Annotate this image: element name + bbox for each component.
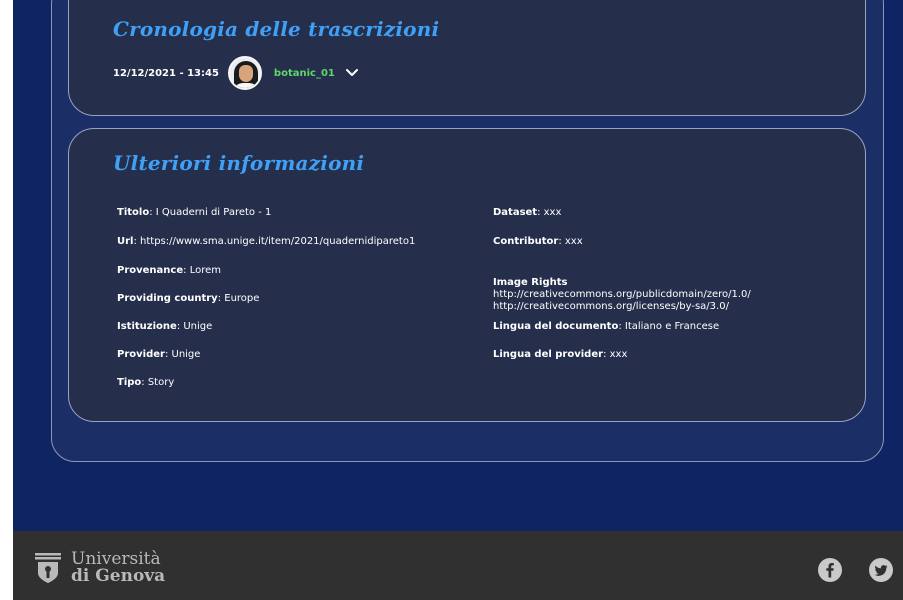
info-value: : Unige bbox=[164, 349, 201, 360]
info-value: : Italiano e Francese bbox=[618, 321, 720, 332]
info-value: : Europe bbox=[217, 293, 260, 304]
info-title: Ulteriori informazioni bbox=[113, 151, 365, 175]
info-label: Titolo bbox=[117, 207, 150, 218]
history-entry[interactable]: 12/12/2021 - 13:45 botanic_01 bbox=[113, 55, 359, 91]
info-item-provenance: Provenance: Lorem bbox=[117, 265, 477, 277]
info-value: : Lorem bbox=[183, 265, 221, 276]
footer: Università di Genova bbox=[13, 531, 903, 600]
info-item-provider: Provider: Unige bbox=[117, 349, 477, 361]
logo-line-2: di Genova bbox=[71, 566, 166, 586]
info-value: : xxx bbox=[537, 207, 562, 218]
info-label: Istituzione bbox=[117, 321, 177, 332]
info-label: Provider bbox=[117, 349, 165, 360]
info-value: : xxx bbox=[603, 349, 628, 360]
twitter-icon[interactable] bbox=[869, 558, 893, 587]
info-label: Dataset bbox=[493, 207, 538, 218]
info-item-contributor: Contributor: xxx bbox=[493, 236, 823, 248]
info-item-tipo: Tipo: Story bbox=[117, 377, 477, 389]
info-value[interactable]: : https://www.sma.unige.it/item/2021/qua… bbox=[133, 236, 415, 247]
info-value: : xxx bbox=[558, 236, 583, 247]
info-label: Providing country bbox=[117, 293, 218, 304]
info-label: Lingua del documento bbox=[493, 321, 619, 332]
info-label: Contributor bbox=[493, 236, 559, 247]
info-label: Tipo bbox=[117, 377, 142, 388]
info-value: : Story bbox=[141, 377, 175, 388]
info-value[interactable]: http://creativecommons.org/publicdomain/… bbox=[493, 289, 751, 312]
info-item-istituzione: Istituzione: Unige bbox=[117, 321, 477, 333]
avatar[interactable] bbox=[227, 56, 262, 90]
transcription-history-card: Cronologia delle trascrizioni 12/12/2021… bbox=[68, 0, 866, 116]
info-label: Provenance bbox=[117, 265, 184, 276]
info-value: : Unige bbox=[176, 321, 213, 332]
info-label: Lingua del provider bbox=[493, 349, 604, 360]
info-item-lingua-documento: Lingua del documento: Italiano e Frances… bbox=[493, 321, 823, 333]
info-item-titolo: Titolo: I Quaderni di Pareto - 1 bbox=[117, 207, 477, 219]
history-username[interactable]: botanic_01 bbox=[274, 68, 335, 79]
info-item-providing-country: Providing country: Europe bbox=[117, 293, 477, 305]
additional-info-card: Ulteriori informazioni Titolo: I Quadern… bbox=[68, 128, 866, 422]
history-title: Cronologia delle trascrizioni bbox=[113, 17, 440, 41]
info-item-url: Url: https://www.sma.unige.it/item/2021/… bbox=[117, 236, 477, 248]
chevron-down-icon[interactable] bbox=[345, 66, 359, 80]
info-label: Url bbox=[117, 236, 134, 247]
logo-text: Università di Genova bbox=[71, 551, 165, 585]
info-value: : I Quaderni di Pareto - 1 bbox=[149, 207, 272, 218]
university-logo[interactable]: Università di Genova bbox=[33, 551, 165, 585]
info-label: Image Rights bbox=[493, 277, 568, 288]
info-item-dataset: Dataset: xxx bbox=[493, 207, 823, 219]
university-crest-icon bbox=[35, 553, 61, 583]
facebook-icon[interactable] bbox=[818, 558, 842, 587]
history-datetime: 12/12/2021 - 13:45 bbox=[113, 67, 219, 79]
info-item-lingua-provider: Lingua del provider: xxx bbox=[493, 349, 823, 361]
info-item-image-rights: Image Rights http://creativecommons.org/… bbox=[493, 265, 803, 313]
